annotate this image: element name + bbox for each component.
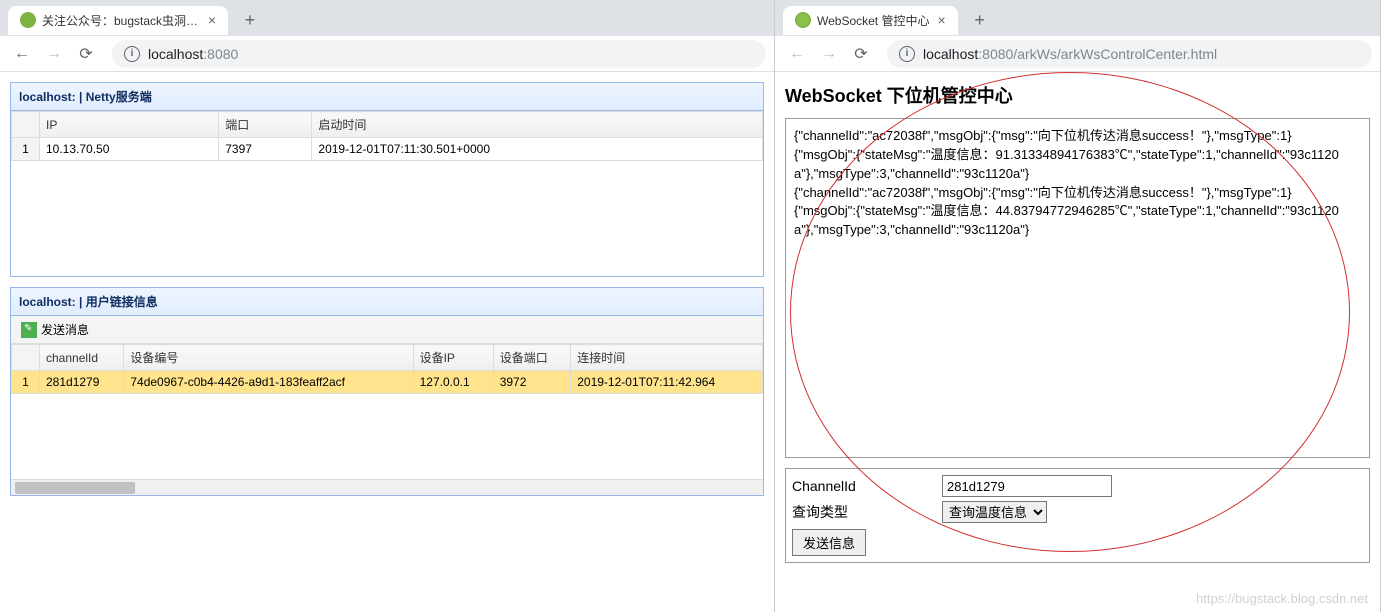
browser-window-left: 关注公众号：bugstack虫洞栈 | × + ← → ⟳ i localhos… [0, 0, 775, 612]
panel-body: channelId 设备编号 设备IP 设备端口 连接时间 1 281d1279… [11, 344, 763, 479]
horizontal-scrollbar[interactable] [11, 479, 763, 495]
close-icon[interactable]: × [937, 12, 945, 28]
tab-bar: WebSocket 管控中心 × + [775, 0, 1380, 36]
page-content-left: localhost: | Netty服务端 IP 端口 启动时间 1 [0, 72, 774, 612]
col-device-no[interactable]: 设备编号 [124, 345, 413, 371]
send-message-button[interactable]: 发送消息 [15, 318, 95, 341]
toolbar-label: 发送消息 [41, 321, 89, 338]
table-row[interactable]: 1 10.13.70.50 7397 2019-12-01T07:11:30.5… [12, 138, 763, 161]
panel-user-links: localhost: | 用户链接信息 发送消息 channelId 设备编号 … [10, 287, 764, 496]
query-type-select[interactable]: 查询温度信息 [942, 501, 1047, 523]
cell-ip: 10.13.70.50 [40, 138, 219, 161]
reload-button[interactable]: ⟳ [847, 40, 875, 68]
query-type-label: 查询类型 [792, 502, 942, 522]
cell-conn-time: 2019-12-01T07:11:42.964 [571, 371, 763, 394]
back-button[interactable]: ← [783, 40, 811, 68]
nav-bar: ← → ⟳ i localhost:8080/arkWs/arkWsContro… [775, 36, 1380, 72]
reload-button[interactable]: ⟳ [72, 40, 100, 68]
forward-button[interactable]: → [40, 40, 68, 68]
scrollbar-thumb[interactable] [15, 482, 135, 494]
col-conn-time[interactable]: 连接时间 [571, 345, 763, 371]
table-row[interactable]: 1 281d1279 74de0967-c0b4-4426-a9d1-183fe… [12, 371, 763, 394]
close-icon[interactable]: × [208, 12, 216, 28]
page-content-right: WebSocket 下位机管控中心 {"channelId":"ac72038f… [775, 72, 1380, 612]
col-channel-id[interactable]: channelId [40, 345, 124, 371]
cell-port: 7397 [219, 138, 312, 161]
col-start-time[interactable]: 启动时间 [312, 112, 763, 138]
favicon-icon [795, 12, 811, 28]
send-button[interactable]: 发送信息 [792, 529, 866, 556]
log-line: {"msgObj":{"stateMsg":"温度信息：44.837947729… [794, 202, 1361, 240]
panel-header: localhost: | Netty服务端 [11, 83, 763, 111]
tab-title: WebSocket 管控中心 [817, 12, 929, 29]
browser-tab[interactable]: 关注公众号：bugstack虫洞栈 | × [8, 6, 228, 35]
col-port[interactable]: 端口 [219, 112, 312, 138]
address-bar[interactable]: i localhost:8080/arkWs/arkWsControlCente… [887, 40, 1372, 68]
channel-id-input[interactable] [942, 475, 1112, 497]
log-line: {"msgObj":{"stateMsg":"温度信息：91.313348941… [794, 146, 1361, 184]
query-form: ChannelId 查询类型 查询温度信息 发送信息 [785, 468, 1370, 563]
cell-idx: 1 [12, 138, 40, 161]
info-icon[interactable]: i [124, 46, 140, 62]
edit-icon [21, 322, 37, 338]
page-title: WebSocket 下位机管控中心 [785, 82, 1370, 108]
col-device-port[interactable]: 设备端口 [493, 345, 571, 371]
col-device-ip[interactable]: 设备IP [413, 345, 493, 371]
favicon-icon [20, 12, 36, 28]
channel-id-label: ChannelId [792, 478, 942, 494]
address-bar[interactable]: i localhost:8080 [112, 40, 766, 68]
cell-channel-id: 281d1279 [40, 371, 124, 394]
col-idx[interactable] [12, 345, 40, 371]
panel-body: IP 端口 启动时间 1 10.13.70.50 7397 2019-12-01… [11, 111, 763, 276]
url-text: localhost:8080 [148, 46, 238, 62]
url-text: localhost:8080/arkWs/arkWsControlCenter.… [923, 46, 1217, 62]
browser-window-right: WebSocket 管控中心 × + ← → ⟳ i localhost:808… [775, 0, 1381, 612]
user-link-table: channelId 设备编号 设备IP 设备端口 连接时间 1 281d1279… [11, 344, 763, 394]
cell-idx: 1 [12, 371, 40, 394]
panel-header: localhost: | 用户链接信息 [11, 288, 763, 316]
watermark-text: https://bugstack.blog.csdn.net [1196, 591, 1368, 606]
cell-device-port: 3972 [493, 371, 571, 394]
col-idx[interactable] [12, 112, 40, 138]
cell-device-no: 74de0967-c0b4-4426-a9d1-183feaff2acf [124, 371, 413, 394]
col-ip[interactable]: IP [40, 112, 219, 138]
message-log: {"channelId":"ac72038f","msgObj":{"msg":… [785, 118, 1370, 458]
toolbar: 发送消息 [11, 316, 763, 344]
log-line: {"channelId":"ac72038f","msgObj":{"msg":… [794, 184, 1361, 203]
server-table: IP 端口 启动时间 1 10.13.70.50 7397 2019-12-01… [11, 111, 763, 161]
nav-bar: ← → ⟳ i localhost:8080 [0, 36, 774, 72]
tab-title: 关注公众号：bugstack虫洞栈 | [42, 12, 200, 29]
cell-device-ip: 127.0.0.1 [413, 371, 493, 394]
log-line: {"channelId":"ac72038f","msgObj":{"msg":… [794, 127, 1361, 146]
new-tab-button[interactable]: + [966, 6, 994, 34]
back-button[interactable]: ← [8, 40, 36, 68]
info-icon[interactable]: i [899, 46, 915, 62]
tab-bar: 关注公众号：bugstack虫洞栈 | × + [0, 0, 774, 36]
browser-tab[interactable]: WebSocket 管控中心 × [783, 6, 958, 35]
panel-netty-server: localhost: | Netty服务端 IP 端口 启动时间 1 [10, 82, 764, 277]
forward-button[interactable]: → [815, 40, 843, 68]
cell-time: 2019-12-01T07:11:30.501+0000 [312, 138, 763, 161]
new-tab-button[interactable]: + [236, 6, 264, 34]
